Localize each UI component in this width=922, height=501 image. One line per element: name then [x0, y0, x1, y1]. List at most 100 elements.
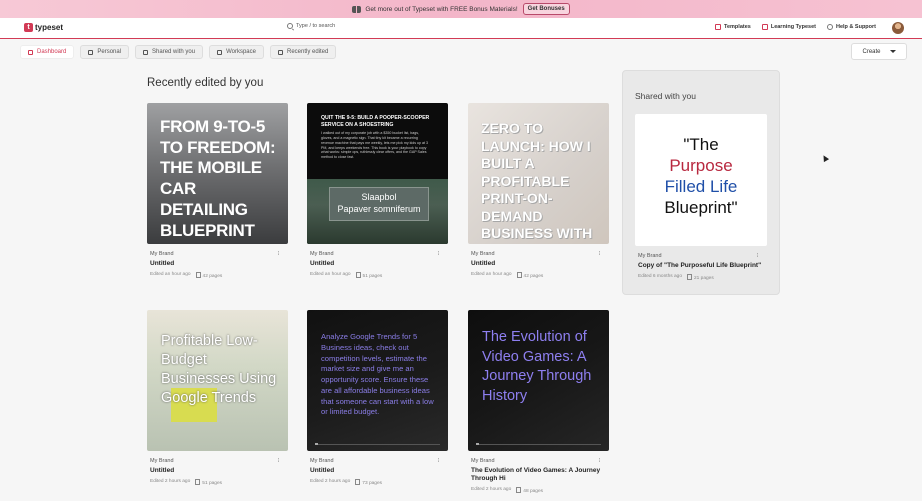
tab-label: Dashboard: [37, 49, 67, 55]
doc-thumbnail[interactable]: Analyze Google Trends for 5 Business ide…: [307, 310, 448, 451]
nav-templates[interactable]: Templates: [715, 24, 751, 30]
banner-text: Get more out of Typeset with FREE Bonus …: [365, 5, 518, 13]
thumb-progress-track: [476, 444, 601, 445]
doc-edited: Edited an hour ago: [471, 272, 512, 278]
create-button[interactable]: Create: [851, 43, 907, 60]
quote-line-2: Purpose: [669, 156, 733, 176]
doc-thumbnail[interactable]: From 9-to-5 to Freedom: The Mobile Car D…: [147, 103, 288, 244]
shared-doc-thumbnail[interactable]: "The Purpose Filled Life Blueprint": [635, 114, 767, 246]
doc-title[interactable]: Untitled: [310, 260, 445, 268]
thumb-text: Analyze Google Trends for 5 Business ide…: [321, 332, 434, 417]
doc-title[interactable]: Untitled: [310, 467, 445, 475]
more-options-icon[interactable]: ···: [275, 251, 282, 255]
thumb-text: Profitable Low-Budget Businesses Using G…: [161, 333, 277, 407]
search-sep: /: [309, 23, 311, 29]
shared-thumb-quote: "The Purpose Filled Life Blueprint": [647, 134, 755, 218]
doc-edited: Edited an hour ago: [310, 272, 351, 278]
nav-help[interactable]: Help & Support: [826, 24, 876, 30]
thumb-body: I walked out of my corporate job with a …: [321, 131, 428, 160]
quote-line-1: "The: [683, 135, 719, 154]
more-options-icon[interactable]: ···: [754, 253, 761, 257]
doc-edited: Edited 2 hours ago: [471, 487, 512, 493]
more-options-icon[interactable]: ···: [435, 251, 442, 255]
search-hint: to search: [312, 23, 336, 29]
doc-meta: My Brand Untitled Edited 2 hours ago 73 p…: [307, 451, 448, 487]
gift-icon: [352, 3, 362, 13]
doc-title[interactable]: The Evolution of Video Games: A Journey …: [471, 467, 606, 483]
avatar[interactable]: [892, 22, 904, 34]
plaque-line-2: Papaver somniferum: [337, 204, 421, 215]
doc-title[interactable]: Untitled: [471, 260, 606, 268]
user-icon: [88, 49, 94, 55]
doc-thumbnail[interactable]: Profitable Low-Budget Businesses Using G…: [147, 310, 288, 451]
doc-thumbnail[interactable]: Quit the 9-5: Build a Pooper-Scooper Ser…: [307, 103, 448, 244]
doc-edited: Edited 6 months ago: [638, 274, 683, 280]
doc-pages: 42 pages: [517, 272, 544, 279]
doc-title[interactable]: Copy of "The Purposeful Life Blueprint": [638, 262, 764, 270]
doc-edited: Edited an hour ago: [150, 272, 191, 278]
doc-edited: Edited 2 hours ago: [310, 479, 351, 485]
thumb-progress-track: [315, 444, 440, 445]
doc-brand: My Brand: [471, 458, 495, 464]
get-bonuses-button[interactable]: Get Bonuses: [522, 3, 570, 15]
search-bar[interactable]: Type / to search: [287, 23, 335, 29]
nav-templates-label: Templates: [724, 24, 751, 30]
doc-pages: 51 pages: [356, 272, 383, 279]
doc-brand: My Brand: [310, 251, 334, 257]
tab-shared[interactable]: Shared with you: [135, 45, 204, 59]
doc-card[interactable]: Quit the 9-5: Build a Pooper-Scooper Ser…: [307, 103, 448, 279]
tab-workspace[interactable]: Workspace: [209, 45, 264, 59]
chevron-down-icon: [889, 50, 896, 53]
shared-with-you-panel: Shared with you "The Purpose Filled Life…: [622, 70, 780, 295]
thumb-heading: Quit the 9-5: Build a Pooper-Scooper Ser…: [321, 115, 430, 128]
search-icon: [287, 23, 293, 29]
doc-card[interactable]: Analyze Google Trends for 5 Business ide…: [307, 310, 448, 486]
doc-thumbnail[interactable]: Zero to Launch: How I Built a Profitable…: [468, 103, 609, 244]
thumb-plaque: Slaapbol Papaver somniferum: [329, 187, 429, 221]
doc-pages: 21 pages: [687, 274, 714, 281]
doc-pages: 42 pages: [196, 272, 223, 279]
thumb-progress-start: [476, 443, 479, 445]
logo-text: typeset: [35, 23, 64, 32]
wand-icon: [715, 24, 722, 30]
doc-card[interactable]: Profitable Low-Budget Businesses Using G…: [147, 310, 288, 486]
doc-brand: My Brand: [471, 251, 495, 257]
more-options-icon[interactable]: ···: [435, 458, 442, 462]
search-type: Type: [296, 23, 308, 29]
shared-title: Shared with you: [635, 91, 696, 101]
mouse-cursor-icon: [820, 153, 830, 163]
quote-line-4: Blueprint": [664, 198, 738, 218]
doc-brand: My Brand: [310, 458, 334, 464]
doc-pages: 51 pages: [195, 479, 222, 486]
typeset-logo[interactable]: t typeset: [24, 23, 63, 32]
more-options-icon[interactable]: ···: [596, 251, 603, 255]
doc-meta: My Brand Untitled Edited an hour ago 51 p…: [307, 244, 448, 280]
doc-brand: My Brand: [150, 251, 174, 257]
tab-recently-edited[interactable]: Recently edited: [269, 45, 337, 59]
doc-card[interactable]: Zero to Launch: How I Built a Profitable…: [468, 103, 609, 279]
help-icon: [826, 24, 833, 30]
nav-learning-label: Learning Typeset: [770, 24, 816, 30]
thumb-text: Zero to Launch: How I Built a Profitable…: [481, 120, 600, 244]
doc-title[interactable]: Untitled: [150, 467, 285, 475]
quote-line-3: Filled Life: [664, 177, 738, 197]
doc-meta: My Brand The Evolution of Video Games: A…: [468, 451, 609, 495]
doc-pages: 73 pages: [355, 479, 382, 486]
create-label: Create: [862, 48, 881, 55]
history-icon: [277, 49, 283, 55]
more-options-icon[interactable]: ···: [596, 458, 603, 462]
doc-card[interactable]: The Evolution of Video Games: A Journey …: [468, 310, 609, 494]
thumb-text: From 9-to-5 to Freedom: The Mobile Car D…: [160, 117, 276, 240]
more-options-icon[interactable]: ···: [275, 458, 282, 462]
tab-label: Shared with you: [152, 49, 196, 55]
thumb-progress-start: [315, 443, 318, 445]
tab-dashboard[interactable]: Dashboard: [20, 45, 75, 59]
doc-thumbnail[interactable]: The Evolution of Video Games: A Journey …: [468, 310, 609, 451]
thumb-photo: Slaapbol Papaver somniferum: [307, 179, 448, 244]
section-title: Recently edited by you: [147, 77, 264, 89]
tab-personal[interactable]: Personal: [80, 45, 130, 59]
doc-title[interactable]: Untitled: [150, 260, 285, 268]
doc-card[interactable]: From 9-to-5 to Freedom: The Mobile Car D…: [147, 103, 288, 279]
nav-learning[interactable]: Learning Typeset: [761, 24, 816, 30]
graduation-icon: [761, 24, 768, 30]
